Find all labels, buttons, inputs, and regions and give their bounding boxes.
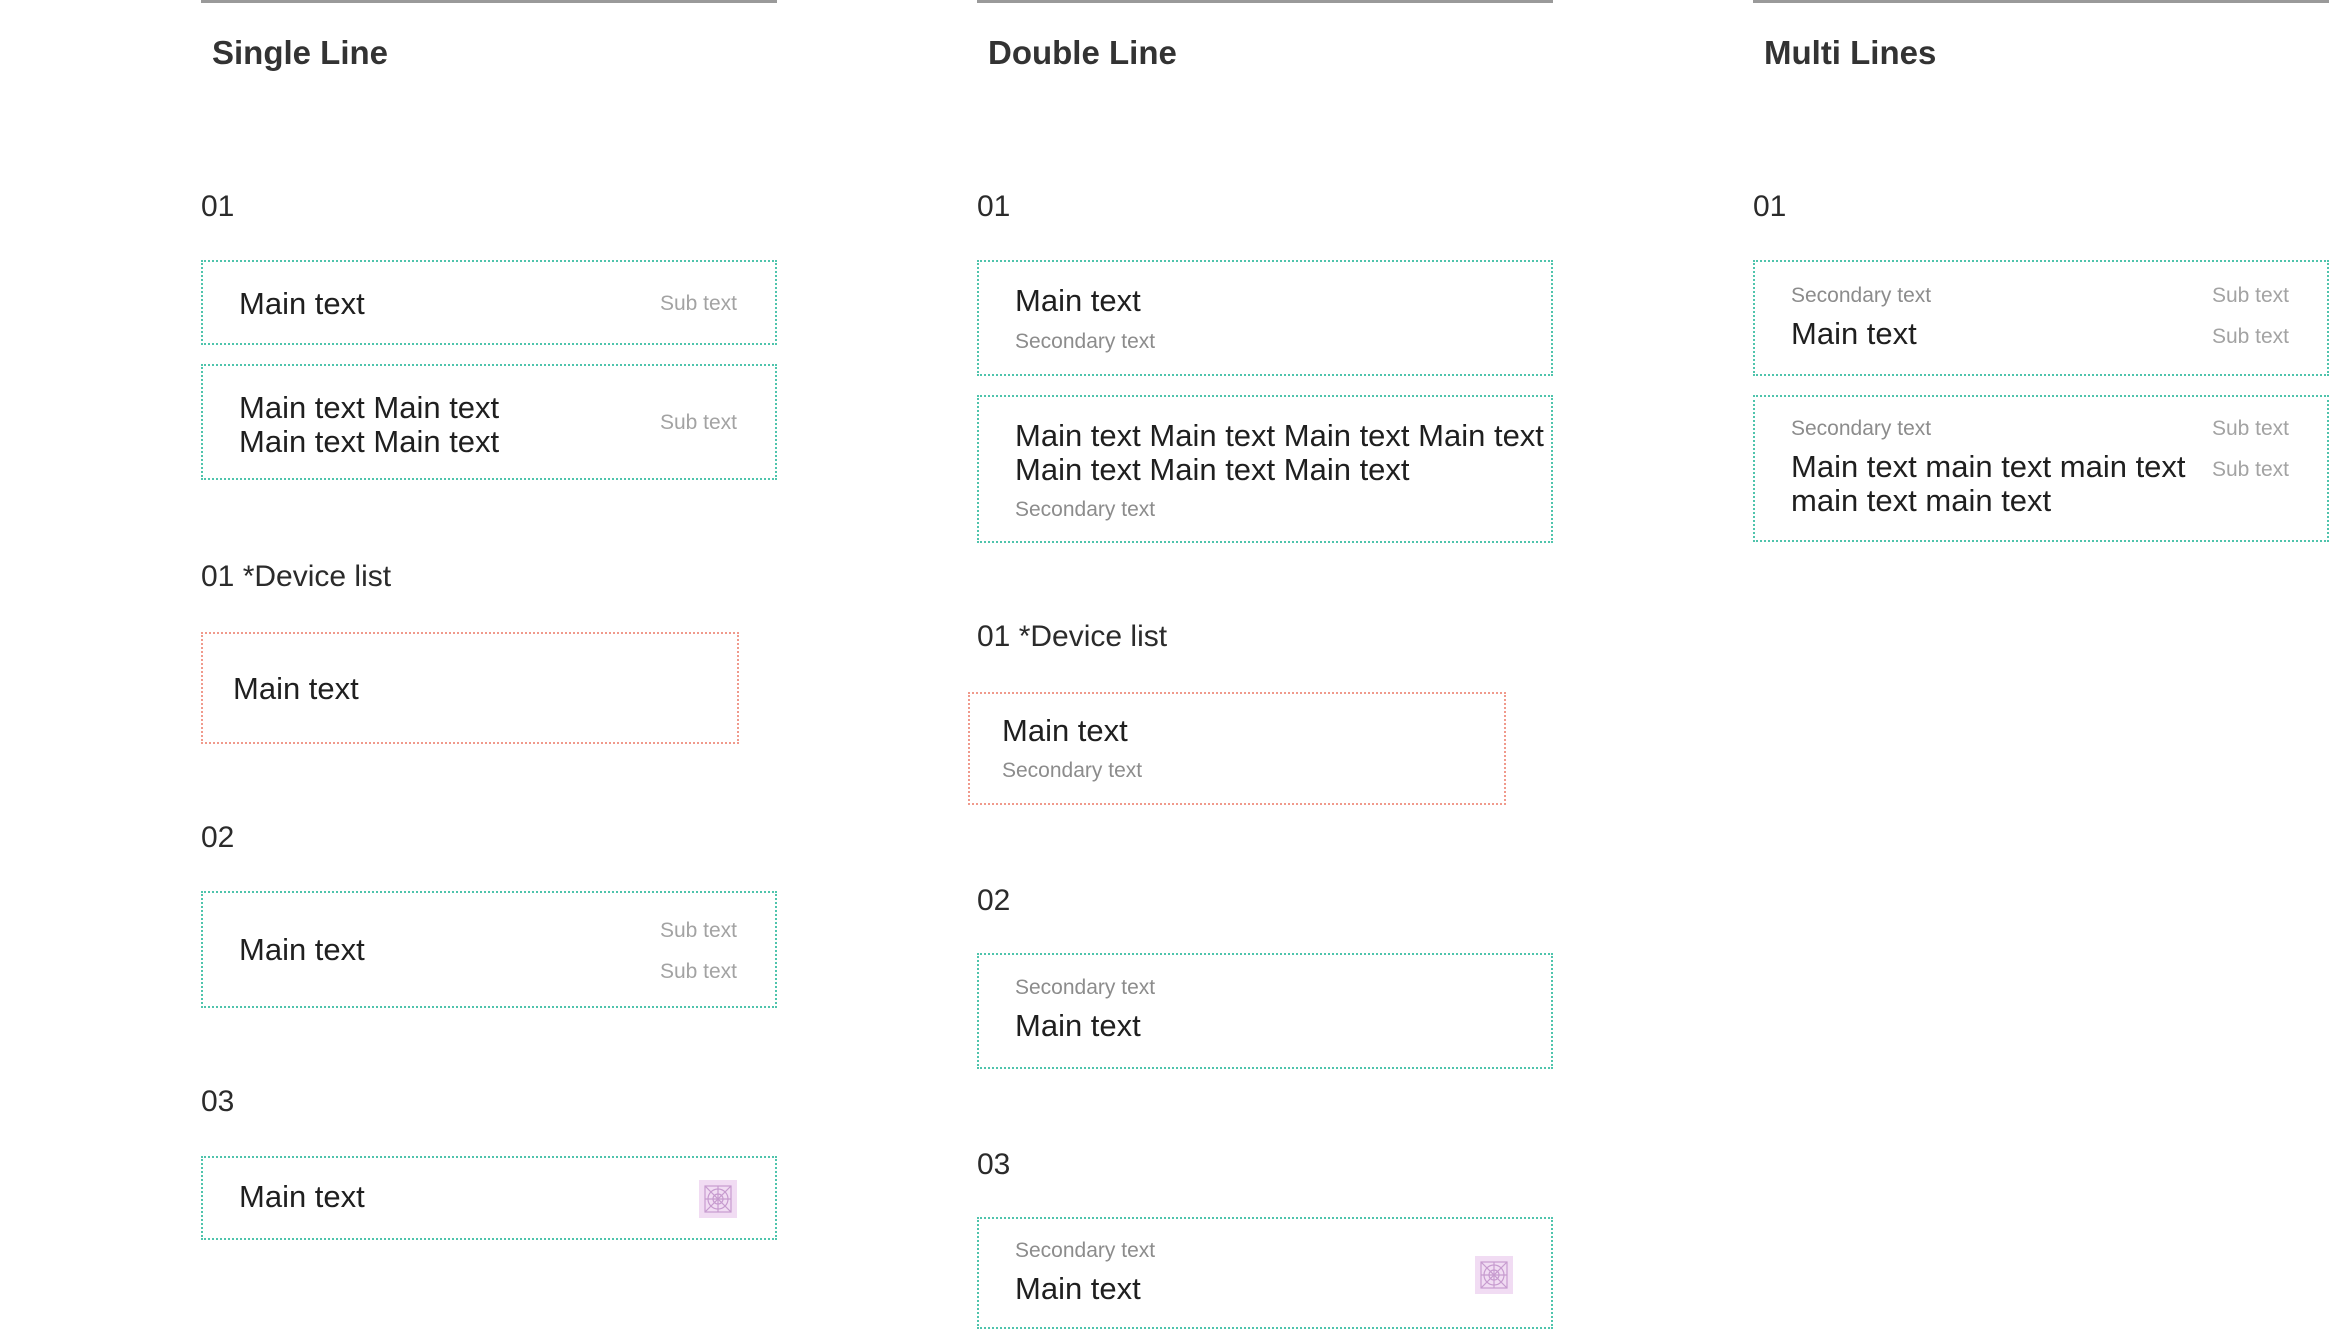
multi-column-title: Multi Lines bbox=[1764, 34, 1937, 71]
sub-text-2: Sub text bbox=[659, 960, 737, 983]
double-list-item-1[interactable]: Main text Secondary text bbox=[977, 260, 1553, 376]
placeholder-icon bbox=[699, 1180, 737, 1218]
main-text: Main text bbox=[1015, 1271, 1141, 1306]
secondary-text: Secondary text bbox=[1015, 498, 1156, 521]
single-device-list-label: 01 *Device list bbox=[201, 560, 392, 593]
sub-text-1: Sub text bbox=[2211, 417, 2289, 440]
double-section-01-label: 01 bbox=[977, 190, 1011, 223]
main-text: Main text bbox=[239, 286, 365, 321]
double-device-list-item[interactable]: Main text Secondary text bbox=[968, 692, 1506, 805]
single-section-02-label: 02 bbox=[201, 821, 235, 854]
sub-text-2: Sub text bbox=[2211, 458, 2289, 481]
single-section-01-label: 01 bbox=[201, 190, 235, 223]
double-section-03-label: 03 bbox=[977, 1148, 1011, 1181]
main-text-line-2: main text main text bbox=[1791, 483, 2052, 518]
single-list-item-1[interactable]: Main text Sub text bbox=[201, 260, 777, 345]
secondary-text: Secondary text bbox=[1002, 759, 1143, 782]
single-section-03-label: 03 bbox=[201, 1085, 235, 1118]
secondary-text: Secondary text bbox=[1791, 417, 1932, 440]
sub-text-2: Sub text bbox=[2211, 325, 2289, 348]
sub-text: Sub text bbox=[659, 411, 737, 434]
multi-column-rule bbox=[1753, 0, 2329, 3]
single-column-title: Single Line bbox=[212, 34, 389, 71]
main-text-line-1: Main text Main text Main text Main text bbox=[1015, 418, 1544, 453]
placeholder-icon bbox=[1475, 1256, 1513, 1294]
main-text: Main text bbox=[233, 671, 359, 706]
multi-section-01-label: 01 bbox=[1753, 190, 1787, 223]
double-column-rule bbox=[977, 0, 1553, 3]
main-text-line-2: Main text Main text Main text bbox=[1015, 452, 1410, 487]
multi-list-item-2[interactable]: Secondary text Main text main text main … bbox=[1753, 395, 2329, 542]
secondary-text: Secondary text bbox=[1015, 330, 1156, 353]
single-list-item-4[interactable]: Main text bbox=[201, 1156, 777, 1240]
double-device-list-label: 01 *Device list bbox=[977, 620, 1168, 653]
main-text: Main text bbox=[1002, 713, 1128, 748]
double-list-item-2[interactable]: Main text Main text Main text Main text … bbox=[977, 395, 1553, 543]
sub-text: Sub text bbox=[659, 292, 737, 315]
double-list-item-4[interactable]: Secondary text Main text bbox=[977, 1217, 1553, 1329]
single-column-rule bbox=[201, 0, 777, 3]
secondary-text: Secondary text bbox=[1015, 976, 1156, 999]
secondary-text: Secondary text bbox=[1791, 284, 1932, 307]
multi-list-item-1[interactable]: Secondary text Main text Sub text Sub te… bbox=[1753, 260, 2329, 376]
secondary-text: Secondary text bbox=[1015, 1239, 1156, 1262]
main-text: Main text bbox=[239, 1179, 365, 1214]
main-text: Main text bbox=[1015, 283, 1141, 318]
single-device-list-item[interactable]: Main text bbox=[201, 632, 739, 744]
double-list-item-3[interactable]: Secondary text Main text bbox=[977, 953, 1553, 1069]
main-text-line-1: Main text Main text bbox=[239, 390, 500, 425]
double-section-02-label: 02 bbox=[977, 884, 1011, 917]
main-text-line-2: Main text Main text bbox=[239, 424, 500, 459]
single-list-item-3[interactable]: Main text Sub text Sub text bbox=[201, 891, 777, 1008]
main-text: Main text bbox=[1015, 1008, 1141, 1043]
double-column-title: Double Line bbox=[988, 34, 1177, 71]
sub-text-1: Sub text bbox=[659, 919, 737, 942]
single-list-item-2[interactable]: Main text Main text Main text Main text … bbox=[201, 364, 777, 480]
main-text: Main text bbox=[1791, 316, 1917, 351]
main-text-line-1: Main text main text main text bbox=[1791, 449, 2186, 484]
sub-text-1: Sub text bbox=[2211, 284, 2289, 307]
main-text: Main text bbox=[239, 932, 365, 967]
